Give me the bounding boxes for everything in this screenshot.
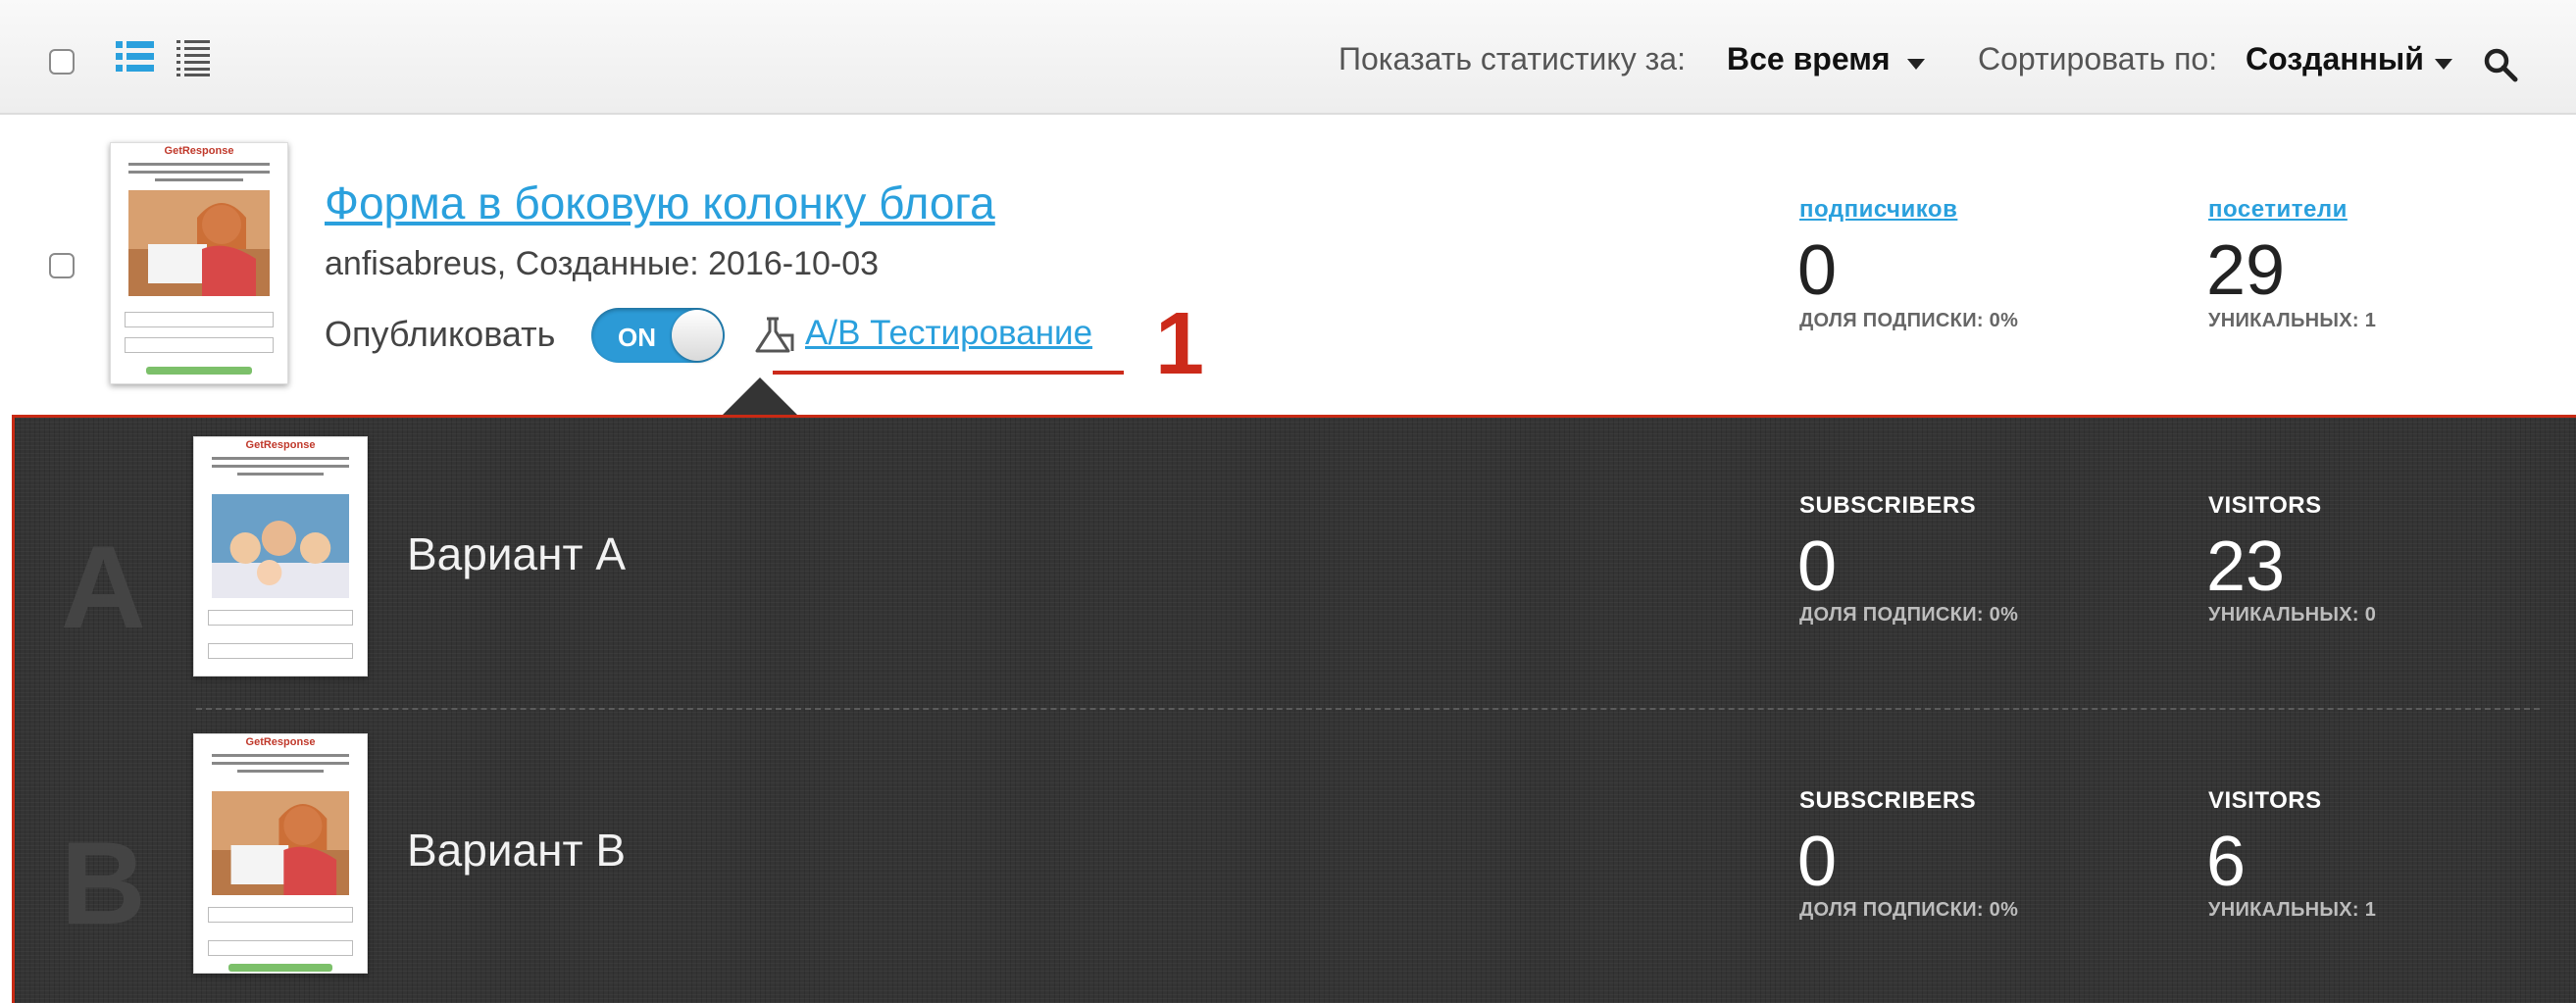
toggle-knob [672,310,723,361]
stats-period-label: Показать статистику за: [1339,41,1686,76]
thumbnail-logo: GetResponse [164,145,234,157]
flask-icon [753,316,796,355]
variant-b-thumbnail[interactable]: GetResponse [193,733,368,974]
publish-label: Опубликовать [325,314,556,354]
variant-a-photo [211,494,350,598]
variant-b-subscription-rate: ДОЛЯ ПОДПИСКИ: 0% [1799,899,2019,921]
variant-a-subscribers-value: 0 [1797,527,1838,606]
variant-a-thumbnail[interactable]: GetResponse [193,436,368,677]
form-select-checkbox[interactable] [49,253,75,278]
ab-testing-link[interactable]: A/B Тестирование [805,314,1092,353]
sort-label: Сортировать по: [1978,41,2218,76]
stats-period-chevron-down-icon[interactable] [1907,59,1925,70]
variant-a-unique-visitors: УНИКАЛЬНЫХ: 0 [2208,604,2377,626]
list-view-icon[interactable] [116,39,155,75]
form-visitors-value: 29 [2206,231,2286,310]
form-title-link[interactable]: Форма в боковую колонку блога [325,176,995,229]
form-subscribers-link[interactable]: подписчиков [1799,196,1957,224]
annotation-number: 1 [1155,295,1205,393]
variant-b-letter: B [61,818,146,949]
variant-a-letter: A [61,522,146,653]
sort-dropdown[interactable]: Созданный [2246,41,2424,77]
form-visitors-link[interactable]: посетители [2208,196,2348,224]
toolbar: Показать статистику за: Все время Сортир… [0,0,2576,115]
annotation-underline [773,371,1124,375]
compact-list-icon[interactable] [177,39,210,76]
sort-chevron-down-icon[interactable] [2435,59,2452,70]
variant-b-subscribers-label: SUBSCRIBERS [1799,787,1977,814]
variant-b-name: Вариант В [407,825,627,876]
publish-toggle[interactable]: ON [591,308,725,363]
variant-b-visitors-value: 6 [2206,823,2247,901]
panel-pointer [721,377,799,417]
variant-b-visitors-label: VISITORS [2208,787,2322,814]
search-icon[interactable] [2483,47,2518,82]
variant-divider [196,708,2540,710]
form-unique-visitors: УНИКАЛЬНЫХ: 1 [2208,310,2377,331]
variant-a-visitors-label: VISITORS [2208,492,2322,519]
variant-a-subscription-rate: ДОЛЯ ПОДПИСКИ: 0% [1799,604,2019,626]
variant-b-photo [211,791,350,895]
variant-b-unique-visitors: УНИКАЛЬНЫХ: 1 [2208,899,2377,921]
variant-a-visitors-value: 23 [2206,527,2286,606]
variant-a-name: Вариант А [407,528,627,579]
select-all-checkbox[interactable] [49,49,75,75]
form-subscription-rate: ДОЛЯ ПОДПИСКИ: 0% [1799,310,2019,331]
stats-period-dropdown[interactable]: Все время [1727,41,1891,77]
form-thumbnail[interactable]: GetResponse [110,142,288,384]
form-subscribers-value: 0 [1797,231,1838,310]
variant-a-subscribers-label: SUBSCRIBERS [1799,492,1977,519]
thumbnail-photo [128,190,270,296]
toggle-state-label: ON [618,323,656,352]
form-meta: anfisabreus, Созданные: 2016-10-03 [325,245,880,282]
variant-b-subscribers-value: 0 [1797,823,1838,901]
